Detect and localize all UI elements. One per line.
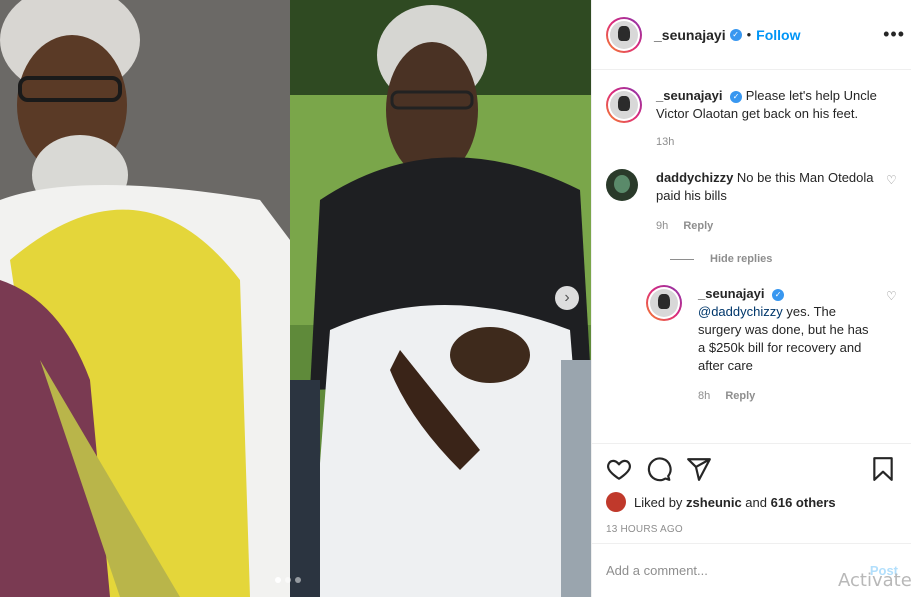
comment-item: daddychizzy No be this Man Otedola paid … [592, 169, 911, 235]
reply-timestamp[interactable]: 8h [698, 390, 710, 402]
bookmark-icon[interactable] [870, 456, 896, 482]
like-reply-heart-icon[interactable]: ♡ [886, 289, 898, 303]
photo-man-in-wheelchair [290, 0, 591, 597]
verified-badge-icon: ✓ [772, 288, 785, 301]
likes-summary: Liked by zsheunic and 616 others [606, 492, 898, 512]
comment-icon[interactable] [646, 456, 672, 482]
heart-icon[interactable] [606, 456, 632, 482]
reply-mention[interactable]: @daddychizzy [698, 304, 783, 319]
avatar[interactable] [606, 169, 638, 201]
follow-button[interactable]: Follow [756, 27, 800, 43]
hide-replies-label: Hide replies [710, 253, 773, 265]
avatar[interactable] [606, 87, 642, 123]
carousel-dot [275, 577, 281, 583]
caption-username[interactable]: _seunajayi [656, 88, 723, 103]
carousel-indicator [275, 577, 301, 583]
windows-activation-watermark: Activate [838, 570, 911, 591]
post-media-carousel[interactable]: › [0, 0, 591, 597]
like-comment-heart-icon[interactable]: ♡ [886, 173, 898, 187]
next-slide-button[interactable]: › [555, 286, 579, 310]
verified-badge-icon: ✓ [729, 28, 742, 41]
separator: • [746, 27, 752, 42]
reply-button[interactable]: Reply [725, 390, 755, 402]
avatar[interactable] [606, 492, 626, 512]
chevron-right-icon: › [564, 289, 570, 306]
divider [670, 258, 694, 260]
carousel-dot [295, 577, 301, 583]
post-timestamp[interactable]: 13 HOURS AGO [606, 524, 898, 535]
avatar[interactable] [646, 285, 682, 321]
verified-badge-icon: ✓ [730, 90, 743, 103]
post-header: _seunajayi ✓ • Follow ••• [592, 0, 911, 70]
post-details-panel: _seunajayi ✓ • Follow ••• _seunajayi ✓ P… [591, 0, 911, 597]
reply-button[interactable]: Reply [683, 220, 713, 232]
comment-input[interactable] [606, 563, 870, 578]
caption-timestamp[interactable]: 13h [656, 133, 896, 151]
hide-replies-button[interactable]: Hide replies [670, 253, 911, 265]
comments-list[interactable]: _seunajayi ✓ Please let's help Uncle Vic… [592, 71, 911, 443]
more-options-icon[interactable]: ••• [883, 24, 905, 45]
author-username[interactable]: _seunajayi [654, 27, 726, 43]
post-caption: _seunajayi ✓ Please let's help Uncle Vic… [592, 71, 911, 151]
reply-item: _seunajayi ✓ @daddychizzy yes. The surge… [632, 285, 911, 405]
photo-smiling-man [0, 0, 290, 597]
comment-timestamp[interactable]: 9h [656, 220, 668, 232]
post-actions: Liked by zsheunic and 616 others 13 HOUR… [592, 443, 911, 535]
carousel-dot [285, 577, 291, 583]
reply-username[interactable]: _seunajayi [698, 286, 765, 301]
avatar[interactable] [606, 16, 642, 53]
liked-by-others[interactable]: 616 others [771, 495, 836, 510]
liked-by-and: and [745, 494, 767, 510]
liked-by-prefix: Liked by [634, 494, 683, 510]
share-icon[interactable] [686, 456, 712, 482]
liked-by-user[interactable]: zsheunic [686, 495, 742, 510]
comment-username[interactable]: daddychizzy [656, 170, 733, 185]
